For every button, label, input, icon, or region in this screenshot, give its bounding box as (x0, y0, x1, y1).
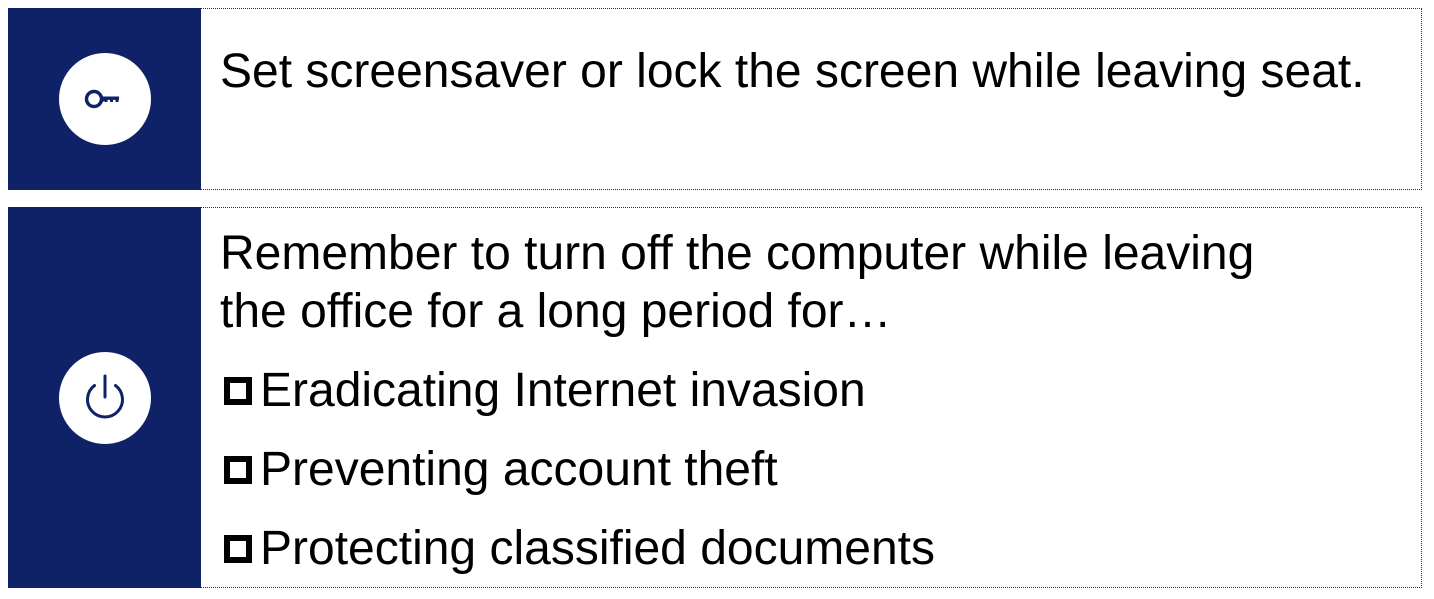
list-item: Protecting classified documents (220, 520, 1401, 578)
reason-list: Eradicating Internet invasion Preventing… (220, 362, 1401, 578)
tip-text: Remember to turn off the computer while … (220, 225, 1401, 599)
tip-card-power-off: Remember to turn off the computer while … (8, 207, 1422, 588)
list-item: Eradicating Internet invasion (220, 362, 1401, 420)
key-icon (84, 89, 119, 109)
tip-power-line-1: Remember to turn off the computer while … (220, 227, 1255, 280)
icon-badge (58, 53, 151, 145)
list-item-text: Protecting classified documents (260, 522, 935, 575)
tip-power-line-2: the office for a long period for… (220, 285, 892, 338)
list-item-text: Preventing account theft (260, 443, 778, 496)
square-bullet-icon (224, 535, 252, 563)
tip-text: Set screensaver or lock the screen while… (220, 43, 1401, 101)
square-bullet-icon (224, 456, 252, 484)
tip-card-lock-screen: Set screensaver or lock the screen while… (8, 8, 1422, 190)
icon-badge (58, 351, 151, 444)
list-item: Preventing account theft (220, 441, 1401, 499)
list-item-text: Eradicating Internet invasion (260, 364, 866, 417)
tip-sidebar (8, 207, 201, 588)
tip-lock-text: Set screensaver or lock the screen while… (220, 45, 1365, 98)
power-icon (85, 374, 124, 418)
square-bullet-icon (224, 377, 252, 405)
tip-sidebar (8, 8, 201, 190)
